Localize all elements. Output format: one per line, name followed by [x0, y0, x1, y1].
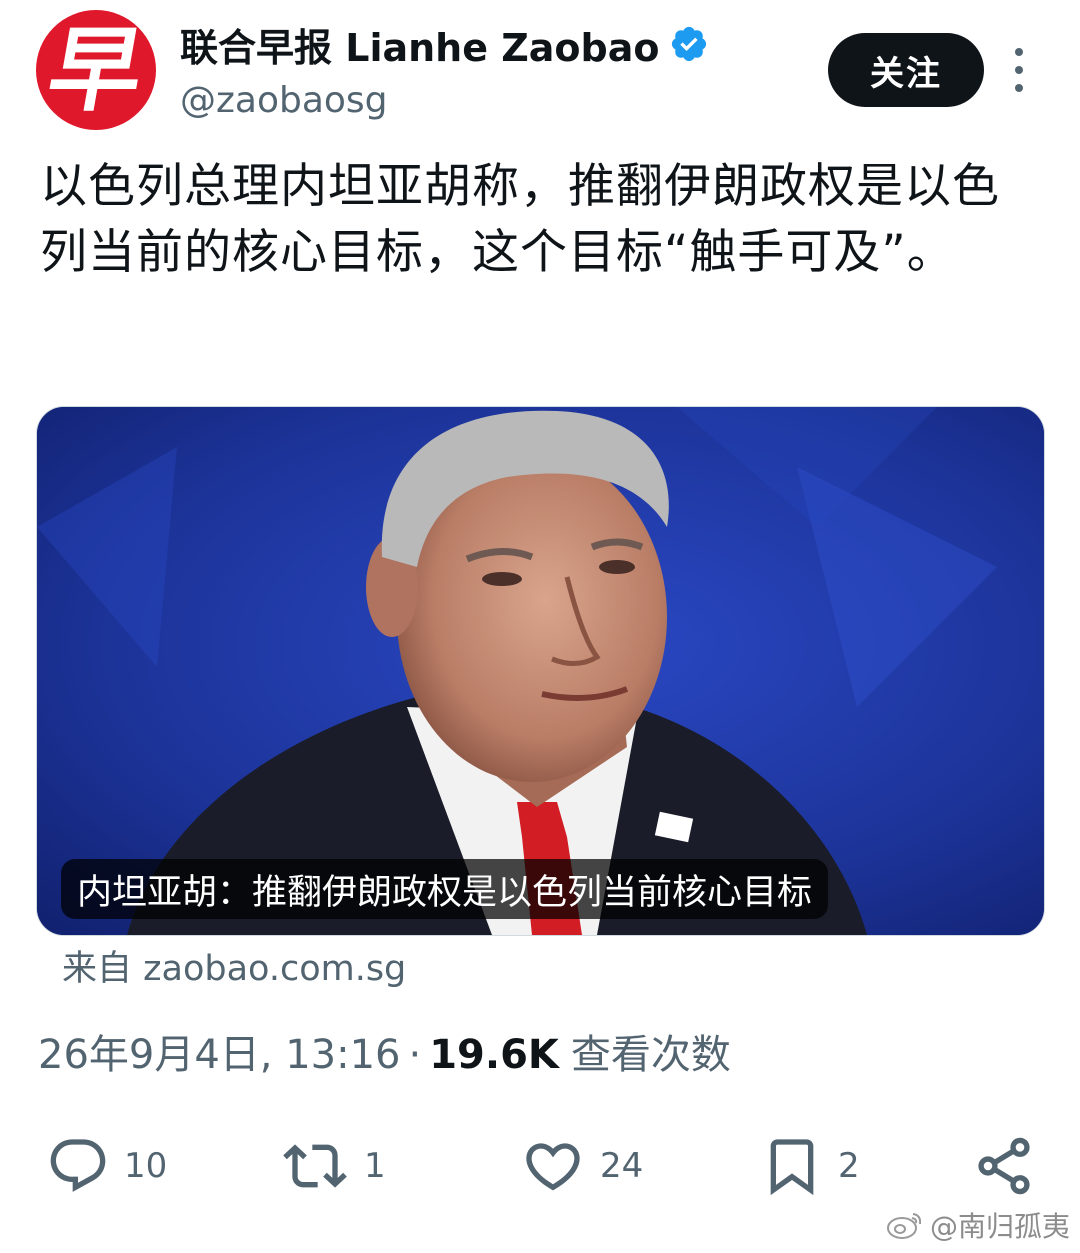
like-count: 24: [600, 1146, 644, 1186]
more-dot: [1015, 48, 1023, 56]
watermark-text: @南归孤夷: [929, 1210, 1070, 1243]
views-label: 查看次数: [570, 1032, 731, 1078]
reply-count: 10: [124, 1146, 168, 1186]
verified-badge-icon: [672, 26, 707, 62]
account-avatar[interactable]: 早: [36, 10, 156, 130]
more-dot: [1015, 66, 1023, 74]
photo-illustration: [37, 407, 1044, 935]
more-vertical-icon[interactable]: [1004, 48, 1034, 92]
more-dot: [1015, 84, 1023, 92]
tweet-detail-page: 早 联合早报 Lianhe Zaobao @zaobaosg 关注 以色列总理内…: [0, 0, 1080, 1253]
tweet-action-bar: 10 1 24 2: [0, 1130, 1080, 1210]
tweet-timestamp[interactable]: 26年9月4日, 13:16: [38, 1022, 401, 1080]
weibo-icon: [886, 1213, 922, 1239]
media-caption: 内坦亚胡：推翻伊朗政权是以色列当前核心目标: [61, 859, 829, 919]
views-count: 19.6K: [429, 1032, 559, 1078]
watermark: @南归孤夷: [886, 1205, 1070, 1245]
display-name-row: 联合早报 Lianhe Zaobao: [180, 16, 709, 72]
bookmark-icon: [770, 1139, 814, 1196]
tweet-meta: 26年9月4日, 13:16 · 19.6K 查看次数: [38, 1022, 731, 1080]
source-link[interactable]: 来自 zaobao.com.sg: [62, 940, 406, 991]
retweet-icon: [283, 1144, 347, 1188]
like-button[interactable]: 24: [520, 1130, 643, 1202]
account-handle[interactable]: @zaobaosg: [180, 80, 388, 121]
retweet-button[interactable]: 1: [280, 1130, 386, 1202]
tweet-media-photo[interactable]: 内坦亚胡：推翻伊朗政权是以色列当前核心目标: [36, 406, 1045, 936]
reply-button[interactable]: 10: [46, 1130, 167, 1202]
meta-separator: ·: [408, 1032, 422, 1078]
tweet-text: 以色列总理内坦亚胡称，推翻伊朗政权是以色列当前的核心目标，这个目标“触手可及”。: [40, 159, 1000, 280]
bookmark-count: 2: [838, 1146, 860, 1186]
follow-button[interactable]: 关注: [828, 33, 984, 107]
retweet-count: 1: [364, 1146, 386, 1186]
avatar-logo-glyph: 早: [40, 16, 152, 124]
heart-icon: [526, 1143, 580, 1191]
reply-icon: [50, 1139, 106, 1192]
share-button[interactable]: [972, 1130, 1036, 1202]
share-icon: [978, 1137, 1030, 1195]
display-name[interactable]: 联合早报 Lianhe Zaobao: [180, 17, 659, 72]
bookmark-button[interactable]: 2: [760, 1130, 860, 1202]
